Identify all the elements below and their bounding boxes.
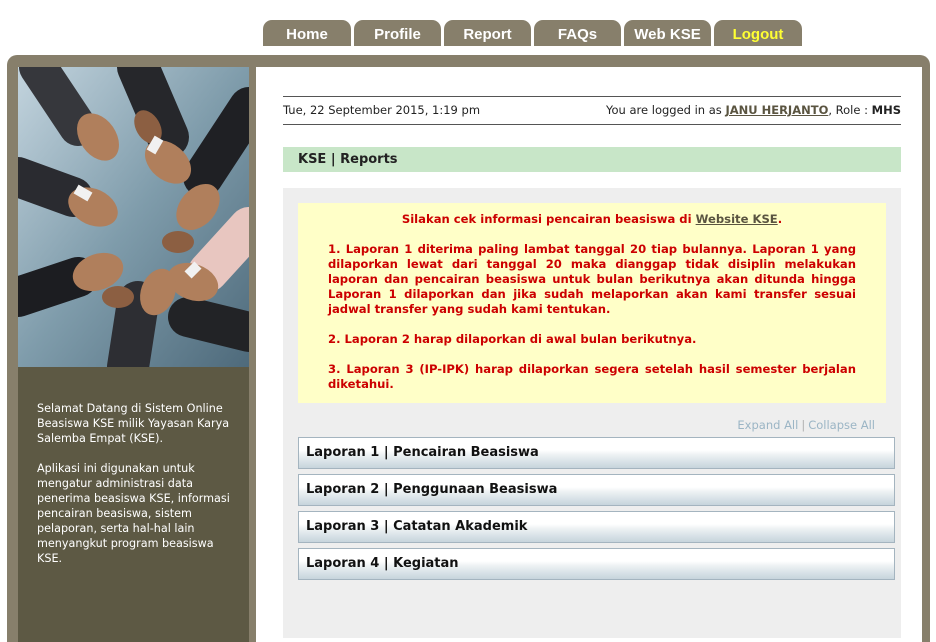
intro-suffix: . [777,212,783,226]
tab-faqs[interactable]: FAQs [534,20,621,46]
accordion-laporan-1[interactable]: Laporan 1 | Pencairan Beasiswa [298,437,895,469]
separator: | [801,418,806,432]
tab-report[interactable]: Report [444,20,531,46]
notice-item-2: 2. Laporan 2 harap dilaporkan di awal bu… [328,332,697,346]
description-paragraph: Aplikasi ini digunakan untuk mengatur ad… [37,462,230,565]
role-prefix: , Role : [828,103,872,117]
info-bar: Tue, 22 September 2015, 1:19 pm You are … [283,96,901,125]
login-status: You are logged in as JANU HERJANTO, Role… [606,97,901,124]
expand-collapse-controls: Expand All | Collapse All [737,418,875,432]
notice-item-1: 1. Laporan 1 diterima paling lambat tang… [328,242,856,316]
hands-circle-image [18,67,249,367]
tab-logout[interactable]: Logout [714,20,802,46]
notice-box: Silakan cek informasi pencairan beasiswa… [298,203,886,403]
role-value: MHS [871,103,901,117]
current-date: Tue, 22 September 2015, 1:19 pm [283,103,481,117]
tab-home[interactable]: Home [263,20,351,46]
tab-profile[interactable]: Profile [354,20,441,46]
expand-all-link[interactable]: Expand All [737,418,798,432]
username-link[interactable]: JANU HERJANTO [725,103,828,117]
sidebar: Selamat Datang di Sistem Online Beasiswa… [18,67,249,642]
section-title: KSE | Reports [283,147,901,172]
accordion-laporan-2[interactable]: Laporan 2 | Penggunaan Beasiswa [298,474,895,506]
welcome-paragraph: Selamat Datang di Sistem Online Beasiswa… [37,402,230,445]
collapse-all-link[interactable]: Collapse All [808,418,875,432]
login-prefix: You are logged in as [606,103,726,117]
intro-text: Silakan cek informasi pencairan beasiswa… [401,212,696,226]
reports-panel: Silakan cek informasi pencairan beasiswa… [283,188,901,638]
main-content: Tue, 22 September 2015, 1:19 pm You are … [256,67,922,642]
website-kse-link[interactable]: Website KSE [696,212,778,226]
tab-web-kse[interactable]: Web KSE [624,20,711,46]
accordion-laporan-3[interactable]: Laporan 3 | Catatan Akademik [298,511,895,543]
notice-intro: Silakan cek informasi pencairan beasiswa… [328,212,856,227]
sidebar-welcome-text: Selamat Datang di Sistem Online Beasiswa… [37,401,237,581]
accordion-laporan-4[interactable]: Laporan 4 | Kegiatan [298,548,895,580]
notice-item-3: 3. Laporan 3 (IP-IPK) harap dilaporkan s… [328,362,856,391]
